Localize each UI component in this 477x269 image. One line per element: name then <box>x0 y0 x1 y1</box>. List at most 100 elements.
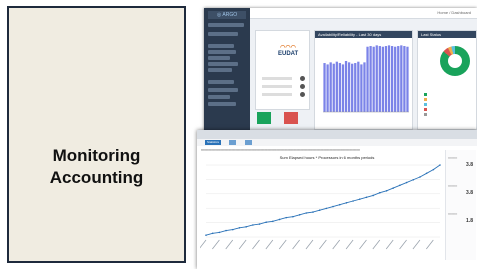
status-ok-box <box>257 112 271 124</box>
accounting-point <box>312 211 314 213</box>
accounting-point <box>385 190 388 192</box>
accounting-point <box>338 203 341 206</box>
legend-swatch <box>424 103 427 106</box>
sidebar-item[interactable] <box>208 23 244 27</box>
x-tick-label <box>425 239 434 250</box>
accounting-point <box>372 194 374 197</box>
accounting-screenshot: Statistics ━━━━━━━━━━━━━━━━━━━━━━━━━━━━━… <box>197 130 477 269</box>
tenant-panel: ◠◠◠ EUDAT <box>255 30 310 110</box>
availability-bar <box>354 63 357 112</box>
side-stat-label: ━━━━━ <box>448 184 458 188</box>
accounting-point <box>285 216 288 219</box>
tab-statistics[interactable]: Statistics <box>205 140 222 145</box>
accounting-point <box>218 231 221 234</box>
x-tick-label <box>412 239 421 250</box>
availability-bar <box>375 45 378 112</box>
availability-panel-title: Availability/Reliability - Last 30 days <box>315 31 412 38</box>
availability-bar <box>381 46 385 112</box>
dashboard-topbar: Home / Dashboard <box>250 8 477 19</box>
accounting-point <box>231 228 234 231</box>
x-tick-label <box>385 239 394 250</box>
accounting-point <box>258 223 261 225</box>
accounting-chart-title: Sum Elapsed hours * Processors in 6 mont… <box>279 155 375 160</box>
x-tick-label <box>252 239 260 250</box>
x-tick-label <box>332 239 341 250</box>
availability-bar <box>332 63 335 112</box>
panel-icon[interactable] <box>300 76 305 81</box>
sidebar-item[interactable] <box>208 50 236 54</box>
sidebar-item[interactable] <box>208 68 232 72</box>
breadcrumb: Home / Dashboard <box>437 10 471 15</box>
side-stat-value: 1.8 <box>466 218 473 224</box>
availability-bar <box>357 61 360 112</box>
accounting-point <box>432 168 435 171</box>
panel-row <box>262 85 292 88</box>
side-stat-label: ━━━━━ <box>448 212 458 216</box>
availability-panel: Availability/Reliability - Last 30 days <box>314 30 413 130</box>
accounting-browser-bar <box>197 130 477 139</box>
availability-bar <box>372 46 375 112</box>
availability-bar <box>329 62 332 112</box>
panel-icon[interactable] <box>300 84 305 89</box>
accounting-point <box>412 178 415 181</box>
availability-bar <box>360 64 363 112</box>
sidebar-item[interactable] <box>208 95 230 99</box>
availability-bar <box>384 46 388 112</box>
accounting-point <box>305 212 308 214</box>
availability-bar <box>335 61 338 112</box>
accounting-point <box>405 181 408 184</box>
availability-bar <box>403 46 406 112</box>
availability-bar <box>394 46 397 112</box>
x-tick-label <box>399 239 407 250</box>
accounting-point <box>345 202 348 204</box>
side-stat-value: 3.8 <box>466 190 473 196</box>
accounting-point <box>278 218 281 221</box>
x-tick-label <box>305 239 314 250</box>
last-status-panel: Last Status <box>417 30 477 130</box>
x-tick-label <box>359 239 367 250</box>
legend-swatch <box>424 98 427 101</box>
panel-row <box>262 93 292 96</box>
accounting-point <box>272 220 274 223</box>
availability-bar <box>400 45 403 112</box>
side-stat-value: 3.8 <box>466 162 473 168</box>
accounting-series-line <box>205 164 441 236</box>
sidebar-item[interactable] <box>208 32 238 36</box>
legend-swatch <box>424 113 427 116</box>
sidebar-item[interactable] <box>208 62 238 66</box>
sidebar-item[interactable] <box>208 56 230 60</box>
accounting-point <box>425 172 428 175</box>
x-tick-label <box>372 239 381 250</box>
tab-other[interactable] <box>245 140 253 145</box>
legend-swatch <box>424 108 427 111</box>
accounting-tab-bar: Statistics <box>197 139 477 146</box>
availability-bar <box>387 45 391 112</box>
sidebar-item[interactable] <box>208 80 234 84</box>
accounting-point <box>439 164 441 166</box>
accounting-point <box>392 187 394 189</box>
availability-bar <box>406 46 409 112</box>
accounting-line-chart <box>200 164 441 250</box>
sidebar-item[interactable] <box>208 88 238 92</box>
accounting-point <box>211 232 214 235</box>
sidebar-item[interactable] <box>208 102 236 106</box>
panel-icon[interactable] <box>300 92 305 97</box>
availability-bar <box>390 46 394 112</box>
availability-bar <box>341 64 345 112</box>
status-critical-box <box>284 112 298 124</box>
availability-bar <box>344 61 348 112</box>
accounting-point <box>399 184 401 187</box>
availability-bar <box>338 63 342 112</box>
accounting-side-panel: ━━━━━ 3.8 ━━━━━ 3.8 ━━━━━ 1.8 <box>445 150 476 260</box>
availability-bar-chart <box>323 45 409 113</box>
accounting-point <box>298 214 301 216</box>
accounting-point <box>265 221 267 224</box>
availability-bar <box>366 46 369 112</box>
sidebar-item[interactable] <box>208 44 234 48</box>
x-tick-label <box>278 239 287 250</box>
legend-swatch <box>424 93 427 96</box>
accounting-point <box>225 229 227 232</box>
tab-other[interactable] <box>229 140 237 145</box>
accounting-point <box>238 226 241 229</box>
availability-bar <box>326 64 329 112</box>
